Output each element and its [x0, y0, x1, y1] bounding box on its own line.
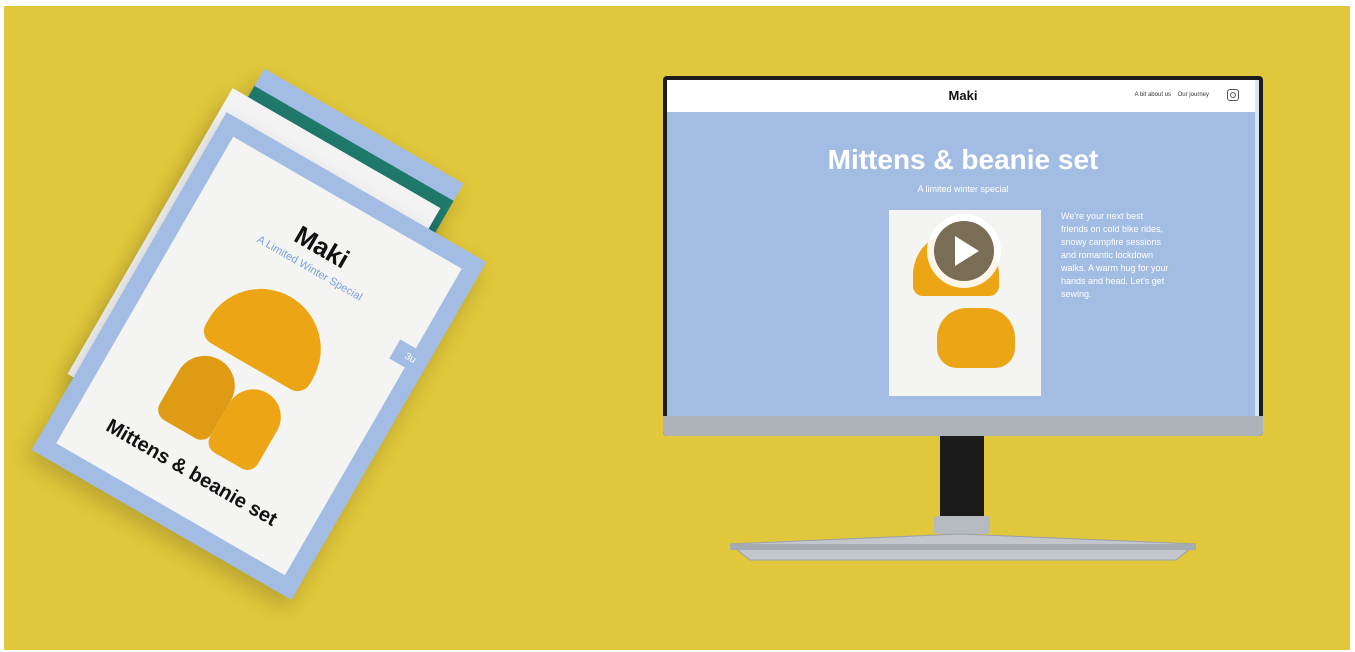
website-screen: Maki A bit about us Our journey Mittens … [667, 80, 1259, 416]
site-navbar: Maki A bit about us Our journey [667, 80, 1259, 112]
play-button-inner [934, 221, 994, 281]
hero-subtitle: A limited winter special [917, 184, 1009, 194]
page-scrollbar[interactable] [1255, 80, 1259, 416]
nav-journey-link[interactable]: Our journey [1178, 92, 1209, 98]
monitor-neck [940, 436, 984, 528]
play-icon [955, 236, 979, 266]
monitor-bezel [663, 416, 1263, 436]
video-mittens-image [937, 308, 1015, 368]
monitor: Maki A bit about us Our journey Mittens … [663, 76, 1263, 436]
print-stack: Hi there! Maki A Limited Winter Special … [31, 66, 544, 600]
product-video[interactable] [889, 210, 1041, 396]
instagram-icon[interactable] [1227, 89, 1239, 101]
hero-title: Mittens & beanie set [827, 144, 1099, 175]
monitor-stand-base [730, 533, 1196, 561]
hero-description: We're your next best friends on cold bik… [1061, 211, 1169, 299]
nav-about-link[interactable]: A bit about us [1135, 92, 1171, 98]
play-button[interactable] [927, 214, 1001, 288]
